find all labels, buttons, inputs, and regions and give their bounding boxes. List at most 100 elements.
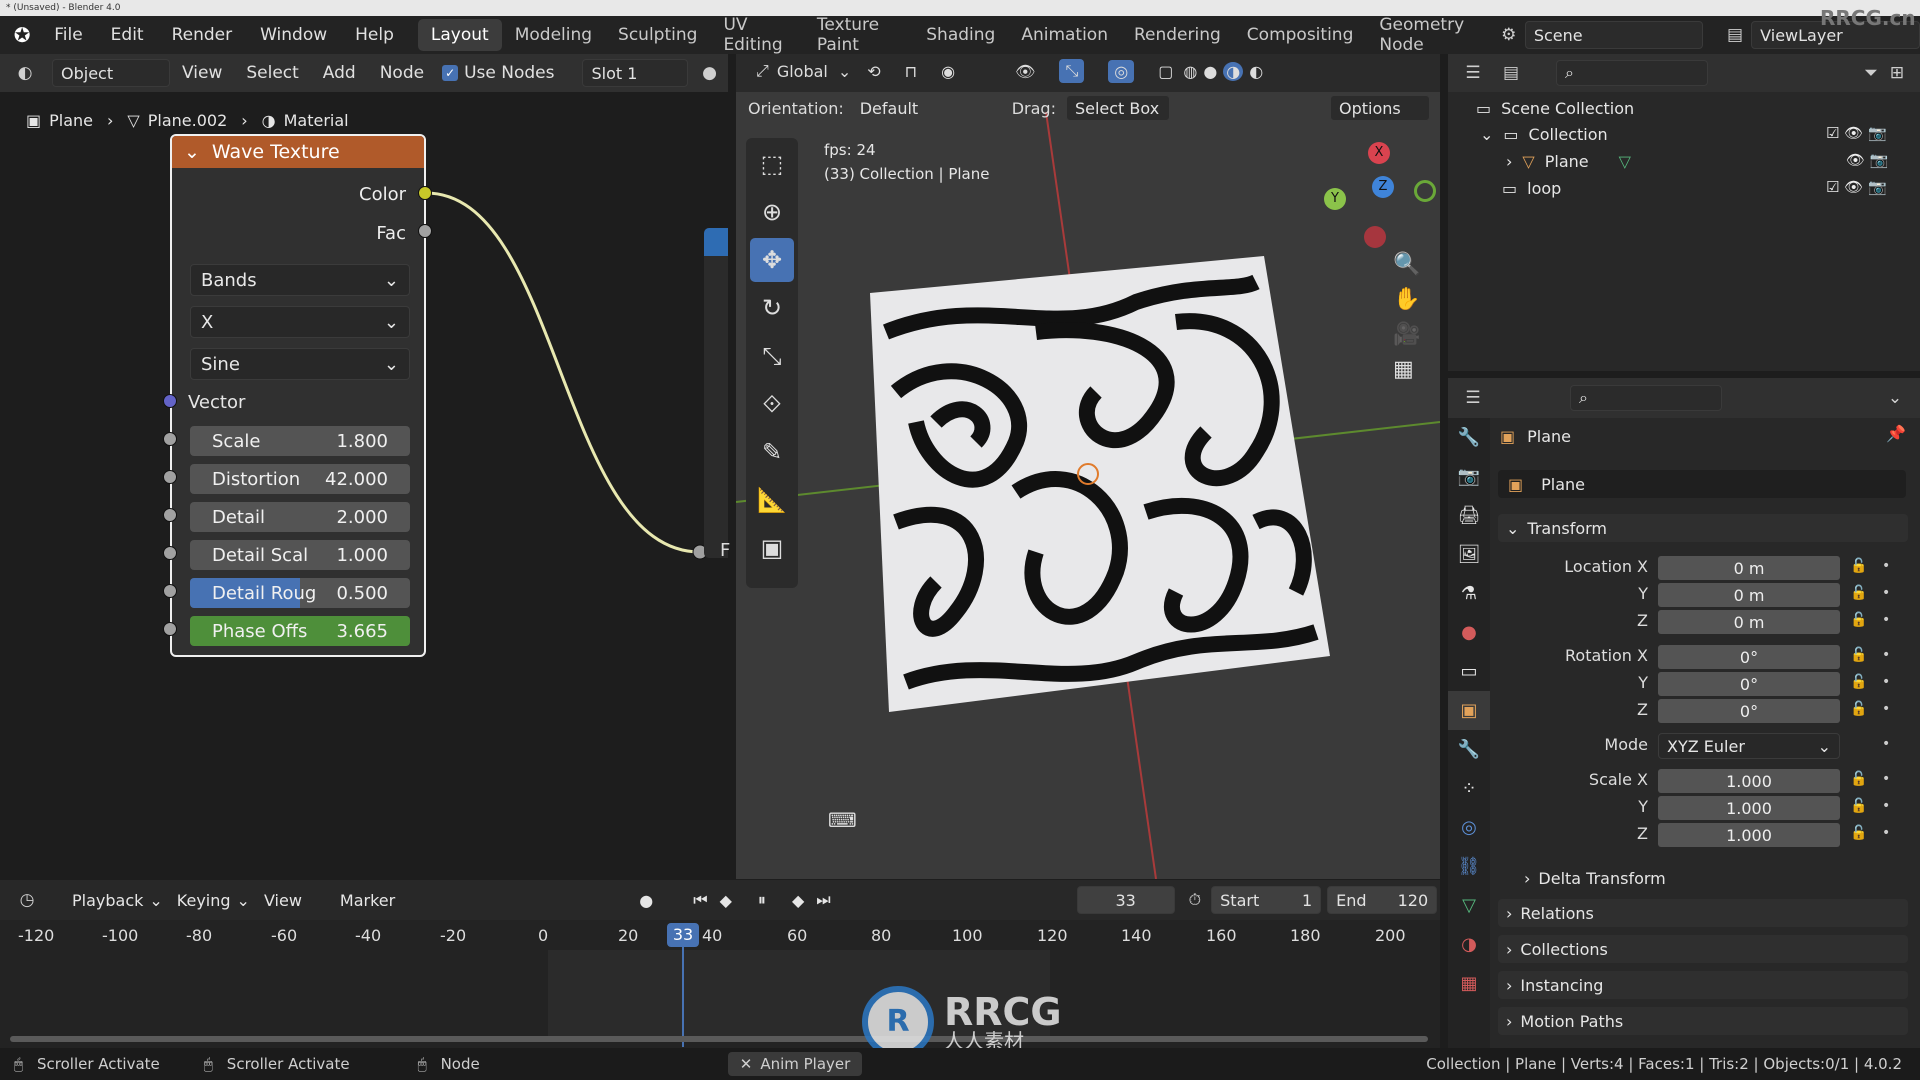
lock-icon[interactable]: 🔓 — [1850, 612, 1867, 628]
scale-field[interactable]: Scale 1.800 — [190, 426, 410, 456]
collections-panel[interactable]: › Collections — [1498, 935, 1908, 963]
scale-input-socket[interactable] — [163, 432, 177, 446]
xray-icon[interactable]: ▢ — [1158, 62, 1173, 81]
particles-tab-icon[interactable]: ⁘ — [1448, 769, 1490, 808]
transform-panel-header[interactable]: ⌄ Transform — [1498, 514, 1908, 542]
distortion-input-socket[interactable] — [163, 470, 177, 484]
filter-icon[interactable]: ⏷ — [1858, 60, 1884, 86]
pan-hand-icon[interactable]: ✋ — [1393, 287, 1420, 312]
proportional-edit-icon[interactable]: ◉ — [941, 62, 955, 81]
record-icon[interactable]: ● — [639, 891, 653, 910]
eye-icon[interactable]: 👁 — [1844, 178, 1863, 196]
render-tab-icon[interactable]: 📷 — [1448, 457, 1490, 496]
timeline-ruler[interactable]: -120 -100 -80 -60 -40 -20 0 20 40 60 80 … — [0, 922, 1440, 950]
jump-end-icon[interactable]: ⏭ — [816, 890, 830, 910]
detail-roughness-field[interactable]: Detail Roug 0.500 — [190, 578, 410, 608]
rotation-y-field[interactable]: 0° — [1658, 672, 1840, 696]
fac-output-socket[interactable] — [418, 224, 432, 238]
properties-search[interactable]: ⌕ — [1570, 385, 1722, 411]
expand-icon[interactable]: ⌄ — [1480, 125, 1493, 144]
playhead[interactable]: 33 — [667, 923, 699, 947]
outliner-item-loop[interactable]: ▭ loop — [1502, 176, 1561, 200]
shading-material-icon[interactable]: ◑ — [1223, 61, 1244, 81]
transform-orientation-icon[interactable]: ⤢ — [756, 61, 769, 81]
keyframe-dot-icon[interactable]: • — [1882, 701, 1890, 717]
scale-z-field[interactable]: 1.000 — [1658, 823, 1840, 847]
pause-icon[interactable]: ⏸ — [758, 890, 766, 910]
exclude-checkbox-icon[interactable]: ☑ — [1826, 124, 1839, 142]
jump-key-forward-icon[interactable]: ◆ — [792, 891, 804, 910]
scale-y-field[interactable]: 1.000 — [1658, 796, 1840, 820]
target-node-edge[interactable]: F — [704, 228, 730, 561]
distortion-field[interactable]: Distortion 42.000 — [190, 464, 410, 494]
scale-x-field[interactable]: 1.000 — [1658, 769, 1840, 793]
expand-icon[interactable]: › — [1506, 152, 1512, 171]
zoom-icon[interactable]: 🔍 — [1393, 252, 1420, 277]
instancing-panel[interactable]: › Instancing — [1498, 971, 1908, 999]
scene-icon[interactable]: ⚙ — [1497, 22, 1521, 48]
lock-icon[interactable]: 🔓 — [1850, 647, 1867, 663]
physics-tab-icon[interactable]: ◎ — [1448, 808, 1490, 847]
camera-view-icon[interactable]: 🎥 — [1393, 322, 1420, 347]
location-y-field[interactable]: 0 m — [1658, 583, 1840, 607]
material-tab-icon[interactable]: ◑ — [1448, 925, 1490, 964]
camera-icon[interactable]: 📷 — [1870, 151, 1889, 169]
tab-shading[interactable]: Shading — [913, 19, 1008, 51]
eye-icon[interactable]: 👁 — [1844, 124, 1863, 142]
transform-orientation[interactable]: Global — [777, 62, 828, 81]
anim-player-badge[interactable]: ✕ Anim Player — [727, 1052, 863, 1076]
rotate-tool-icon[interactable]: ↻ — [750, 286, 794, 330]
profile-dropdown[interactable]: Sine ⌄ — [190, 348, 410, 380]
vector-input-socket[interactable] — [163, 394, 177, 408]
drag-dropdown[interactable]: Select Box — [1065, 95, 1170, 121]
eye-icon[interactable]: 👁 — [1846, 151, 1865, 169]
gizmo-toggle-icon[interactable]: ⤡ — [1059, 59, 1085, 83]
object-tab-icon[interactable]: ▣ — [1448, 691, 1490, 730]
gizmo-x-axis[interactable]: X — [1368, 142, 1390, 164]
rotation-x-field[interactable]: 0° — [1658, 645, 1840, 669]
keyframe-dot-icon[interactable]: • — [1882, 674, 1890, 690]
select-box-tool-icon[interactable]: ⬚ — [750, 142, 794, 186]
navigation-gizmo[interactable]: X Z Y — [1316, 138, 1436, 258]
lock-icon[interactable]: 🔓 — [1850, 798, 1867, 814]
mesh-data-icon[interactable]: ▽ — [1619, 152, 1631, 171]
collapse-icon[interactable]: ⌄ — [184, 141, 200, 163]
wave-type-dropdown[interactable]: Bands ⌄ — [190, 264, 410, 296]
stopwatch-icon[interactable]: ⏱ — [1189, 890, 1201, 910]
orientation-dropdown[interactable]: Default — [852, 95, 982, 121]
tool-tab-icon[interactable]: 🔧 — [1448, 418, 1490, 457]
keyframe-dot-icon[interactable]: • — [1882, 612, 1890, 628]
timeline-scrollbar[interactable] — [10, 1036, 1428, 1042]
detail-input-socket[interactable] — [163, 508, 177, 522]
add-cube-tool-icon[interactable]: ▣ — [750, 526, 794, 570]
gizmo-y-axis[interactable]: Y — [1324, 188, 1346, 210]
timeline-editor-icon[interactable]: ◷ — [14, 887, 40, 913]
new-collection-icon[interactable]: ⊞ — [1884, 60, 1910, 86]
outliner-item-plane[interactable]: › ▽ Plane ▽ — [1506, 149, 1631, 173]
lock-icon[interactable]: 🔓 — [1850, 558, 1867, 574]
lock-icon[interactable]: 🔓 — [1850, 585, 1867, 601]
keyframe-dot-icon[interactable]: • — [1882, 585, 1890, 601]
output-tab-icon[interactable]: 🖨 — [1448, 496, 1490, 535]
shading-wireframe-icon[interactable]: ◍ — [1183, 62, 1197, 81]
properties-editor-icon[interactable]: ☰ — [1460, 385, 1486, 411]
color-output-socket[interactable] — [418, 186, 432, 200]
world-tab-icon[interactable]: ● — [1448, 613, 1490, 652]
view-layer-icon[interactable]: ▤ — [1723, 22, 1747, 48]
pin-icon[interactable]: 📌 — [1886, 424, 1906, 443]
tab-compositing[interactable]: Compositing — [1234, 19, 1367, 51]
gizmo-z-axis[interactable]: Z — [1372, 176, 1394, 198]
end-frame-field[interactable]: End 120 — [1327, 886, 1438, 914]
cursor-tool-icon[interactable]: ⊕ — [750, 190, 794, 234]
current-frame-field[interactable]: 33 — [1076, 886, 1175, 914]
constraints-tab-icon[interactable]: ⛓ — [1448, 847, 1490, 886]
view-layer-tab-icon[interactable]: 🖼 — [1448, 535, 1490, 574]
delta-transform-panel[interactable]: › Delta Transform — [1524, 866, 1666, 890]
shading-solid-icon[interactable]: ● — [1203, 62, 1217, 81]
outliner-item-scene-collection[interactable]: ▭ Scene Collection — [1476, 96, 1634, 120]
menu-marker[interactable]: Marker — [340, 891, 395, 910]
scene-tab-icon[interactable]: ⚗ — [1448, 574, 1490, 613]
relations-panel[interactable]: › Relations — [1498, 899, 1908, 927]
scale-tool-icon[interactable]: ⤡ — [750, 334, 794, 378]
move-tool-icon[interactable]: ✥ — [750, 238, 794, 282]
